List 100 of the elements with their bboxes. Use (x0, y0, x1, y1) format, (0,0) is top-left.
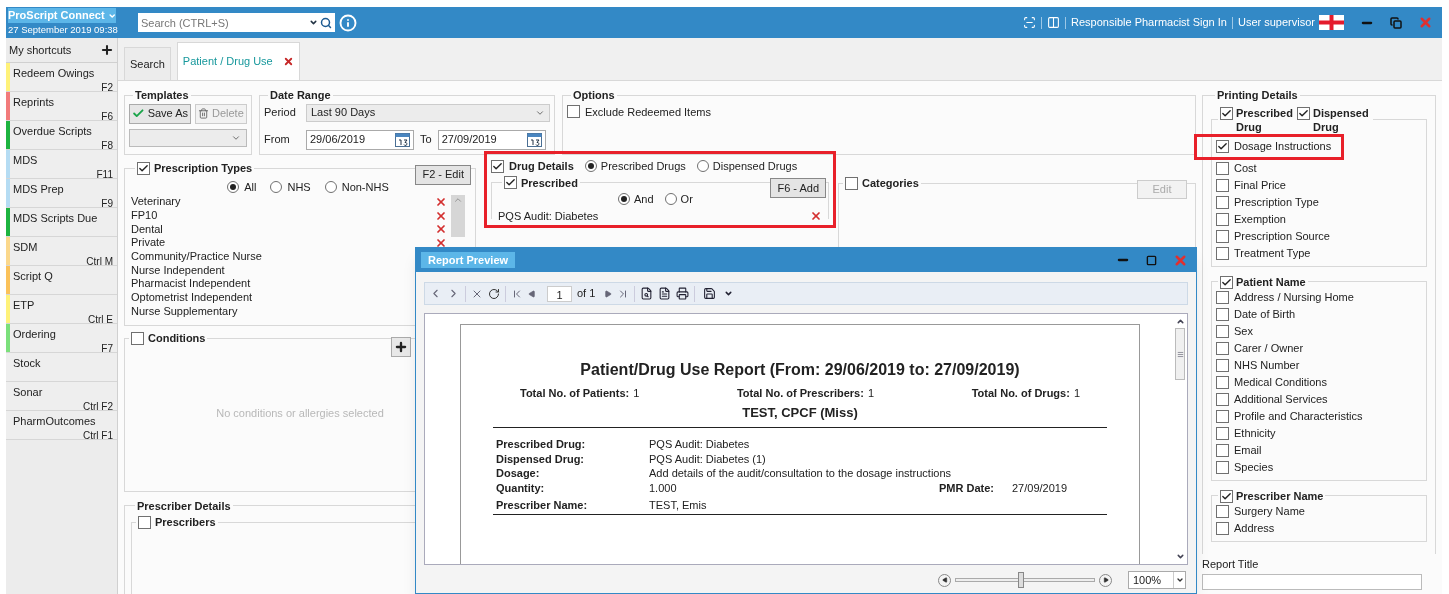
panel-title: Prescriber Details (137, 499, 231, 512)
option-label: Medical Conditions (1234, 374, 1327, 390)
shortcut-button[interactable]: Redeem Owings F2 (6, 63, 117, 92)
header-link[interactable]: User supervisor (1237, 14, 1315, 31)
field-label: Report Title (1202, 556, 1260, 572)
shortcut-button[interactable]: Overdue Scripts F8 (6, 121, 117, 150)
tab[interactable]: Patient / Drug Use (176, 42, 300, 80)
prescription-type: FP10 (131, 209, 158, 223)
panel-title: Drug Details (509, 159, 574, 174)
report-label: Quantity: (496, 480, 546, 495)
radio-label: Dispensed Drugs (712, 159, 798, 174)
panel-title: Prescribed (521, 175, 578, 191)
option-label: Carer / Owner (1234, 340, 1304, 356)
radio-label: And (634, 192, 654, 207)
shortcut-key: Ctrl E (88, 313, 114, 325)
shortcut-button[interactable]: MDS Prep F9 (6, 179, 117, 208)
panel-title: Date Range (270, 89, 331, 101)
option-label: Address / Nursing Home (1234, 289, 1354, 305)
shortcut-button[interactable]: MDS F11 (6, 150, 117, 179)
prescription-type: Dental (131, 222, 163, 236)
group-title: Prescribed Drug (1236, 105, 1294, 134)
report-label: PMR Date: (939, 480, 995, 495)
option-label: Surgery Name (1234, 503, 1305, 519)
window-title: Report Preview (421, 252, 516, 268)
option-label: Final Price (1234, 177, 1286, 193)
header-link[interactable]: Responsible Pharmacist Sign In (1071, 14, 1227, 31)
report-label: Prescriber Name: (496, 498, 589, 513)
report-value: 27/09/2019 (1012, 480, 1068, 495)
field-label: From (264, 132, 291, 148)
prescription-type: Veterinary (131, 195, 181, 209)
shortcut-label: Ordering (13, 327, 57, 342)
option-label: Dosage Instructions (1234, 139, 1332, 155)
shortcut-button[interactable]: Reprints F6 (6, 92, 117, 121)
shortcut-label: MDS Scripts Due (13, 211, 99, 226)
option-label: Date of Birth (1234, 306, 1296, 322)
report-title: Patient/Drug Use Report (From: 29/06/2019 to: 27/09/2019) (580, 360, 1020, 380)
total-label: Total No. of Drugs: (971, 386, 1070, 401)
to-date-field[interactable]: 27/09/2019 (437, 129, 546, 150)
page-number-field[interactable]: 1 (547, 285, 572, 302)
shortcut-label: Stock (13, 356, 42, 371)
option-label: Treatment Type (1234, 245, 1311, 261)
prescription-type: Community/Practice Nurse (131, 250, 262, 264)
edit-button[interactable]: F2 - Edit (415, 164, 471, 185)
period-dropdown[interactable]: Last 90 Days (306, 103, 550, 122)
report-value: Add details of the audit/consultation to the dosage instructions (649, 466, 952, 481)
option-label: Address (1234, 520, 1275, 536)
drug-name: PQS Audit: Diabetes (498, 208, 599, 224)
shortcut-label: Overdue Scripts (13, 124, 93, 139)
panel-title: Conditions (148, 330, 206, 346)
group-title: Patient Name (1236, 274, 1306, 289)
panel-title: Prescription Types (154, 161, 253, 176)
panel-title: Templates (135, 89, 189, 101)
radio-label: NHS (287, 179, 311, 195)
shortcut-key: Ctrl F2 (83, 400, 114, 412)
empty-message: No conditions or allergies selected (216, 406, 384, 422)
prescription-type: Nurse Independent (131, 263, 225, 277)
option-label: Sex (1234, 323, 1253, 339)
radio-label: All (244, 179, 257, 195)
total-value: 1 (1073, 386, 1080, 401)
option-label: Ethnicity (1234, 425, 1276, 441)
zoom-dropdown[interactable]: 100% (1128, 571, 1186, 589)
add-button[interactable]: F6 - Add (770, 178, 826, 198)
shortcut-label: MDS Prep (13, 182, 65, 197)
report-value: PQS Audit: Diabetes (1) (649, 451, 767, 466)
report-value: PQS Audit: Diabetes (649, 437, 751, 452)
shortcut-button[interactable]: Script Q (6, 266, 117, 295)
shortcut-label: ETP (13, 298, 36, 313)
radio-label: Or (680, 192, 693, 207)
patient-name: TEST, CPCF (Miss) (742, 403, 858, 422)
shortcut-label: Redeem Owings (13, 66, 96, 81)
panel-title: Options (573, 89, 615, 101)
shortcut-label: PharmOutcomes (13, 414, 97, 429)
shortcut-button[interactable]: SDM Ctrl M (6, 237, 117, 266)
report-label: Prescribed Drug: (496, 437, 587, 452)
panel-title: Printing Details (1217, 89, 1298, 101)
shortcut-button[interactable]: ETP Ctrl E (6, 295, 117, 324)
sidebar-title: My shortcuts (9, 42, 72, 58)
prescription-type: Nurse Supplementary (131, 304, 238, 318)
tab[interactable]: Search (124, 47, 171, 80)
option-label: Email (1234, 442, 1262, 458)
shortcut-button[interactable]: MDS Scripts Due (6, 208, 117, 237)
date-time: 27 September 2019 09:38 (7, 23, 118, 37)
radio-label: Non-NHS (341, 179, 389, 195)
shortcut-key: F2 (101, 81, 114, 93)
shortcut-button[interactable]: Ordering F7 (6, 324, 117, 353)
search-field[interactable]: Search (CTRL+S) (138, 13, 309, 32)
report-value: 1.000 (649, 480, 678, 495)
total-value: 1 (867, 386, 875, 401)
prescription-type: Optometrist Independent (131, 291, 253, 305)
from-date-field[interactable]: 29/06/2019 (306, 129, 414, 150)
report-label: Dosage: (496, 466, 541, 481)
save-as-button[interactable]: Save As (129, 103, 191, 124)
field-label: Period (264, 105, 297, 121)
shortcut-key: F6 (101, 110, 114, 122)
prescription-type: Private (131, 236, 166, 250)
field-label: To (419, 132, 433, 148)
option-label: Prescription Type (1234, 194, 1319, 210)
shortcut-label: Script Q (13, 269, 54, 284)
option-label: Species (1234, 459, 1274, 475)
shortcut-key: Ctrl M (86, 255, 114, 267)
